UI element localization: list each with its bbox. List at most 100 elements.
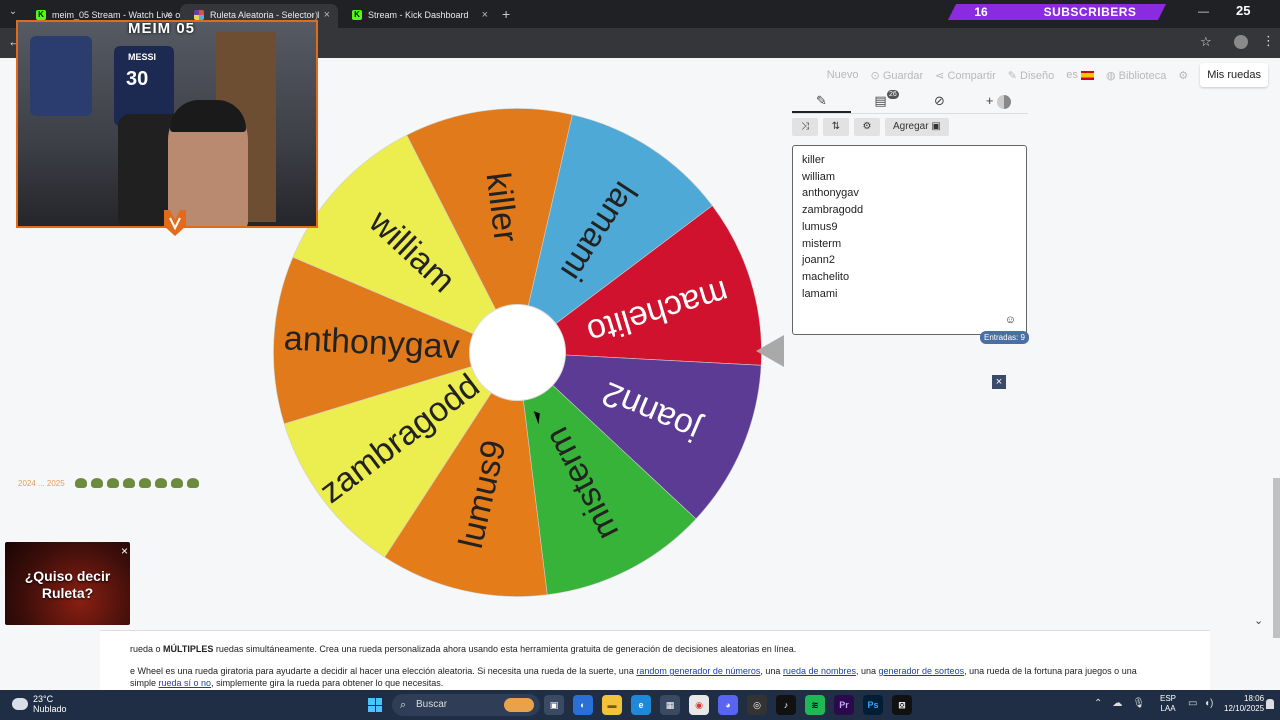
image-icon: ▣ [931,121,941,132]
lang-line-2: LAA [1160,704,1176,713]
tab-hide[interactable]: ⊘ [910,90,969,113]
mis-ruedas-button[interactable]: Mis ruedas [1200,63,1268,87]
taskbar-app-photoshop-icon[interactable]: Ps [863,695,883,715]
article-text: rueda o MÚLTIPLES ruedas simultáneamente… [100,630,1210,690]
minimize-icon[interactable]: — [1198,6,1209,18]
ad-text: ¿Quiso decir Ruleta? [24,568,111,601]
taskbar-app-copilot-icon[interactable]: ◐ [573,695,593,715]
taskbar-app-chrome-icon[interactable]: ◉ [689,695,709,715]
link-generador-sorteos[interactable]: generador de sorteos [879,666,965,676]
entry-line: joann2 [802,254,836,267]
kick-favicon-icon: K [352,10,362,20]
scrollbar-thumb[interactable] [1273,478,1280,638]
spinning-wheel[interactable]: killer lamami machelito joann2 misterm lumus9… [272,107,763,598]
diseno-button[interactable]: ✎ Diseño [1008,69,1055,82]
frog-emote-icon [106,478,119,488]
chevron-down-icon[interactable]: ⌄ [1254,614,1263,627]
language-selector[interactable]: es [1066,69,1094,81]
roulette-ad[interactable]: ¿Quiso decir Ruleta? × [5,542,130,625]
link-generador-numeros[interactable]: random generador de números [636,666,760,676]
tab-results[interactable]: ▤ 26 [851,90,910,113]
tab-add-wheel[interactable]: + [969,90,1028,113]
article-bold: MÚLTIPLES [163,644,214,654]
taskbar-app-task-view-icon[interactable]: ▣ [544,695,564,715]
clock-time: 18:06 [1244,694,1265,703]
new-tab-button[interactable]: + [502,6,510,22]
bookmark-star-icon[interactable]: ☆ [1200,34,1212,50]
jersey-name: MESSI [128,52,157,62]
browser-tab-kick-dashboard[interactable]: K Stream - Kick Dashboard × [338,4,496,28]
entry-line: lamami [802,287,838,300]
settings-button[interactable]: ⚙ [854,118,880,136]
cloud-sync-icon[interactable]: ☁ [1112,698,1122,709]
tab-search-icon[interactable]: ⌄ [6,6,20,20]
system-clock[interactable]: 18:06 12/10/2025 [1224,694,1264,714]
taskbar-app-edge-icon[interactable]: e [631,695,651,715]
biblioteca-button[interactable]: ◍ Biblioteca [1106,69,1166,82]
entry-line: william [802,170,835,183]
taskbar-app-explorer-icon[interactable]: ▬ [602,695,622,715]
emoji-icon[interactable]: ☺ [1005,314,1016,326]
taskbar-app-spotify-icon[interactable]: ≋ [805,695,825,715]
microphone-icon[interactable]: 🎙 [1132,698,1145,709]
taskbar-search[interactable]: ⌕ Buscar [392,694,540,716]
top-navigation: Nuevo ⊙ Guardar ⋖ Compartir ✎ Diseño es … [827,62,1268,88]
agregar-button[interactable]: Agregar ▣ [885,118,949,136]
wheel-svg[interactable]: killer lamamimachelitojoann2mistermlumus9… [272,107,763,598]
taskbar-app-premiere-icon[interactable]: Pr [834,695,854,715]
taskbar-app-capcut-icon[interactable]: ♪ [776,695,796,715]
sort-button[interactable]: ⇅ [823,118,849,136]
browser-menu-icon[interactable]: ⋮ [1262,33,1275,49]
clock-date: 12/10/2025 [1224,704,1265,713]
shuffle-icon: ⤨ [801,121,809,132]
article-text-span: , una [855,666,879,676]
taskbar-app-obs-icon[interactable]: ◎ [747,695,767,715]
notification-bell-icon[interactable] [1266,699,1274,709]
taskbar-app-store-icon[interactable]: ▦ [660,695,680,715]
tray-chevron-icon[interactable]: ⌃ [1094,698,1102,709]
compartir-button[interactable]: ⋖ Compartir [935,69,996,82]
overlay-counter: 25 [1236,3,1251,18]
settings-gear-icon[interactable]: ⚙ [1178,69,1188,82]
entry-line: anthonygav [802,187,859,200]
weather-widget[interactable]: 23°C Nublado [12,694,67,714]
cloud-icon [12,698,28,710]
guardar-button[interactable]: ⊙ Guardar [871,69,924,82]
article-text-span: , una [760,666,783,676]
diseno-label: Diseño [1020,69,1055,82]
link-rueda-nombres[interactable]: rueda de nombres [783,666,856,676]
entry-line: lumus9 [802,220,838,233]
network-icon[interactable]: ▭ [1188,698,1197,709]
article-text-span: ruedas simultáneamente. Crea una rueda p… [213,644,797,654]
shuffle-button[interactable]: ⤨ [792,118,818,136]
tab-close-icon[interactable]: × [482,4,488,26]
close-ad-button[interactable]: × [992,375,1006,389]
wheel-center[interactable] [469,304,566,401]
tab-title: meim_05 Stream - Watch Live o [52,10,180,20]
ad-close-icon[interactable]: × [121,544,128,558]
compartir-label: Compartir [947,69,996,82]
taskbar-app-discord-icon[interactable]: ◕ [718,695,738,715]
search-highlight-icon [504,698,534,712]
nuevo-button[interactable]: Nuevo [827,69,859,81]
article-paragraph-1: rueda o MÚLTIPLES ruedas simultáneamente… [130,643,1180,655]
windows-start-icon[interactable] [368,698,382,712]
weather-text: 23°C Nublado [33,694,67,714]
system-tray: ⌃ ☁ 🎙 [1094,698,1145,709]
wheel-favicon-icon [194,10,204,20]
tab-edit[interactable]: ✎ [792,90,851,113]
tab-title: Stream - Kick Dashboard [368,10,469,20]
tab-title: Ruleta Aleatoria - Selector I [210,10,320,20]
jersey-left [30,36,92,116]
tab-close-icon[interactable]: × [324,4,330,26]
frog-emote-icon [122,478,135,488]
language-indicator[interactable]: ESP LAA [1160,694,1176,714]
entry-line: misterm [802,237,842,250]
link-rueda-si-no[interactable]: rueda sí o no [159,678,212,688]
article-text-span: , simplemente gira la rueda para obtener… [211,678,444,688]
profile-avatar-icon[interactable] [1234,35,1248,49]
kick-favicon-icon: K [36,10,46,20]
entries-textarea[interactable]: killer william anthonygav zambragodd lum… [792,145,1027,335]
taskbar-app-capcut-editor-icon[interactable]: ⊠ [892,695,912,715]
volume-icon[interactable]: ◖) [1204,698,1213,709]
